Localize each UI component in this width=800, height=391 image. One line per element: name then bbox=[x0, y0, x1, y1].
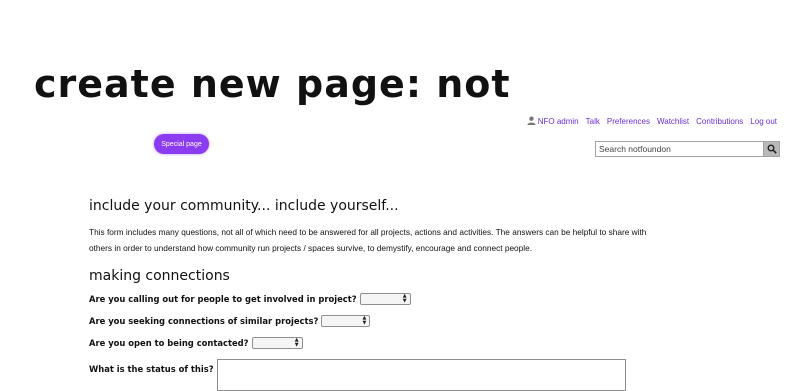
section-heading-community: include your community... include yourse… bbox=[89, 198, 399, 214]
username-label: NFO admin bbox=[537, 117, 579, 126]
section-heading-connections: making connections bbox=[89, 268, 230, 284]
watchlist-link[interactable]: Watchlist bbox=[657, 117, 689, 126]
form-content: include your community... include yourse… bbox=[89, 198, 669, 391]
contact-select[interactable]: ▲ ▼ bbox=[251, 337, 303, 349]
user-page-link[interactable]: NFO admin bbox=[527, 116, 579, 126]
question-label: Are you open to being contacted? bbox=[89, 338, 249, 348]
question-row: Are you open to being contacted? ▲ ▼ bbox=[89, 336, 669, 350]
select-arrows-icon: ▲ ▼ bbox=[402, 293, 407, 304]
intro-text: This form includes many questions, not a… bbox=[89, 227, 647, 253]
site-title: create new page: not bbox=[34, 62, 511, 106]
personal-tools: NFO admin Talk Preferences Watchlist Con… bbox=[527, 116, 777, 126]
question-label: Are you seeking connections of similar p… bbox=[89, 316, 319, 326]
search-box bbox=[595, 141, 780, 157]
select-arrows-icon: ▲ ▼ bbox=[362, 315, 367, 326]
connections-select[interactable]: ▲ ▼ bbox=[321, 315, 371, 327]
talk-link[interactable]: Talk bbox=[586, 117, 600, 126]
question-label: Are you calling out for people to get in… bbox=[89, 294, 357, 304]
status-textarea[interactable] bbox=[216, 359, 626, 391]
search-button[interactable] bbox=[763, 142, 779, 156]
user-icon bbox=[527, 116, 536, 125]
question-row: Are you seeking connections of similar p… bbox=[89, 314, 669, 328]
special-page-button[interactable]: Special page bbox=[154, 134, 209, 154]
preferences-link[interactable]: Preferences bbox=[607, 117, 650, 126]
select-arrows-icon: ▲ ▼ bbox=[294, 337, 299, 348]
status-row: What is the status of this? bbox=[89, 359, 669, 391]
contributions-link[interactable]: Contributions bbox=[696, 117, 743, 126]
involvement-select[interactable]: ▲ ▼ bbox=[359, 293, 411, 305]
search-input[interactable] bbox=[596, 142, 764, 156]
question-row: Are you calling out for people to get in… bbox=[89, 292, 669, 306]
logout-link[interactable]: Log out bbox=[750, 117, 777, 126]
search-icon bbox=[767, 144, 777, 154]
